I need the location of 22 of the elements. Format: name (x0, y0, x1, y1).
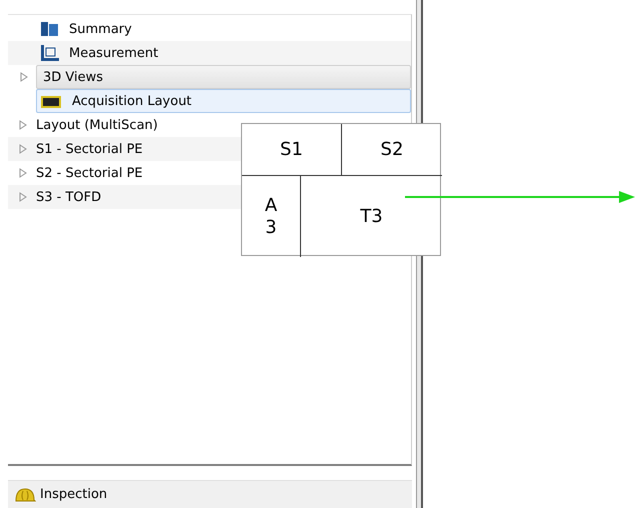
chart-icon (39, 44, 61, 62)
tree-item[interactable]: Layout (MultiScan) (36, 118, 158, 132)
tree-item[interactable]: Acquisition Layout (36, 89, 411, 113)
tree-item[interactable]: Summary (69, 22, 132, 36)
splitter[interactable] (416, 256, 423, 508)
tree-item[interactable]: S2 - Sectorial PE (36, 166, 143, 180)
expand-icon[interactable] (18, 168, 28, 178)
expand-icon[interactable] (18, 192, 28, 202)
helmet-icon (14, 486, 36, 504)
layout-cell-label: A3 (264, 194, 278, 238)
tree-item[interactable]: S3 - TOFD (36, 190, 102, 204)
layout-cell-label: T3 (360, 206, 383, 227)
tree-item[interactable]: Measurement (69, 46, 158, 60)
expand-icon[interactable] (18, 144, 28, 154)
expand-icon[interactable] (18, 120, 28, 130)
layout-cell-label: S2 (380, 139, 404, 160)
status-label: Inspection (40, 487, 108, 502)
splitter[interactable] (416, 0, 423, 123)
book-icon (39, 20, 61, 38)
tree-item[interactable]: S1 - Sectorial PE (36, 142, 143, 156)
layout-cell-label: S1 (280, 139, 303, 160)
expand-icon[interactable] (19, 72, 29, 82)
